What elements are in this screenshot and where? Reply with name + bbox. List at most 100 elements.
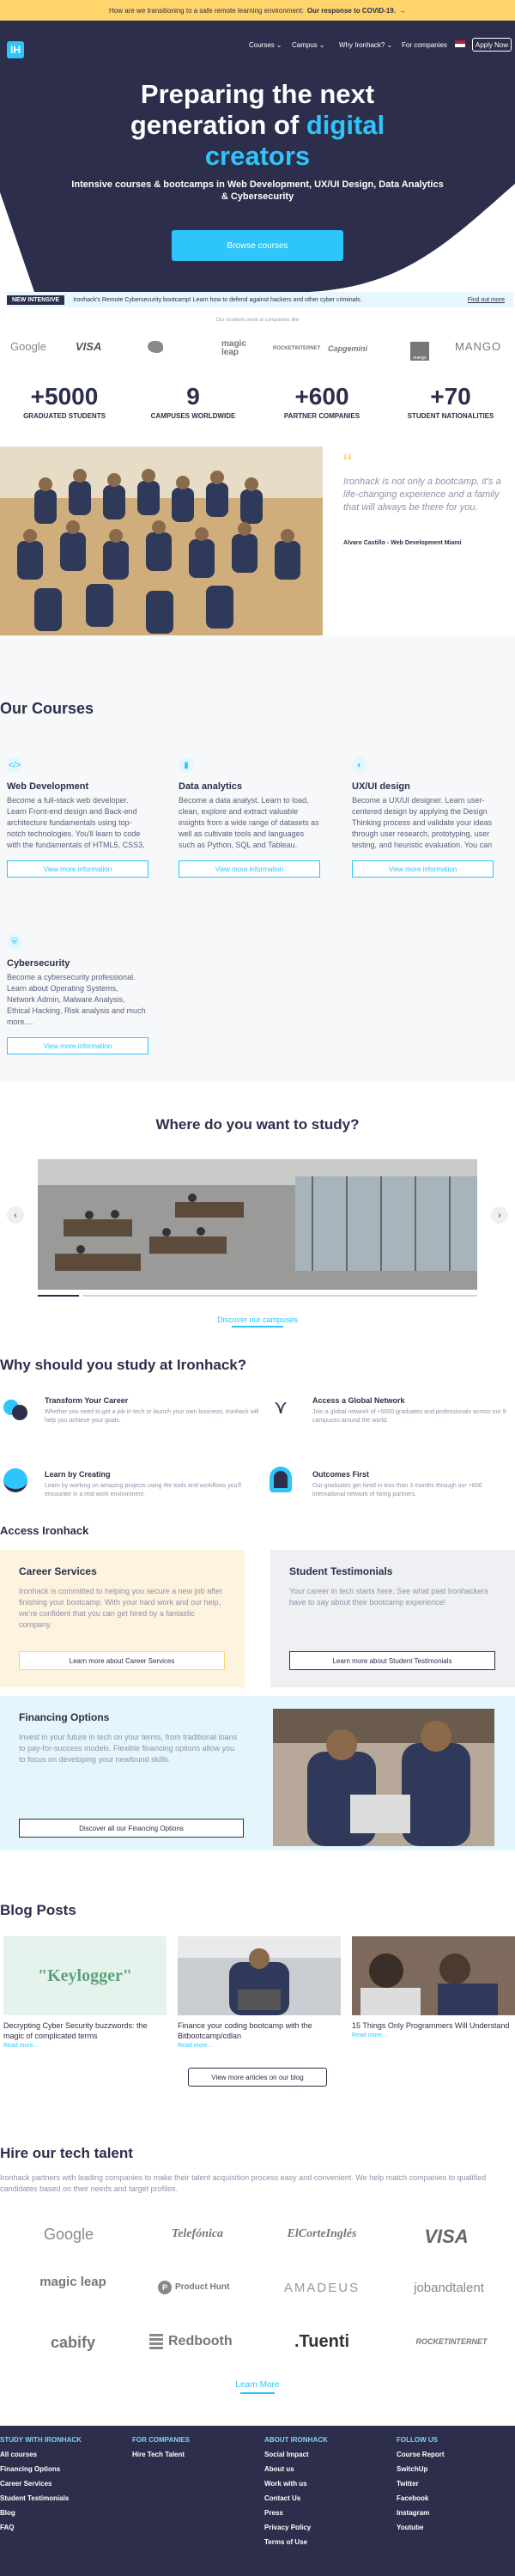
apply-now-button[interactable]: Apply Now bbox=[472, 38, 512, 52]
why-description: Whether you need to get a job in tech or… bbox=[45, 1409, 259, 1424]
global-network-icon: ⋎ bbox=[273, 1396, 288, 1418]
view-more-button[interactable]: View more information bbox=[179, 860, 320, 878]
nav-companies-label: For companies bbox=[402, 41, 447, 49]
course-card-ux-ui: ◐ UX/UI design Become a UX/UI designer. … bbox=[352, 757, 494, 878]
carousel-indicator-active[interactable] bbox=[38, 1295, 79, 1297]
nav-campus[interactable]: Campus ⌄ bbox=[292, 41, 325, 49]
access-heading: Access Ironhack bbox=[0, 1524, 89, 1537]
course-title[interactable]: UX/UI design bbox=[352, 781, 494, 792]
footer-link[interactable]: Press bbox=[264, 2509, 328, 2517]
news-text: Ironhack's Remote Cybersecurity bootcamp… bbox=[73, 296, 362, 303]
link-underline bbox=[240, 2392, 275, 2394]
find-out-more-link[interactable]: Find out more bbox=[468, 297, 505, 303]
course-title[interactable]: Cybersecurity bbox=[7, 958, 148, 969]
blog-post-card[interactable]: 15 Things Only Programmers Will Understa… bbox=[352, 1936, 515, 2038]
financing-button[interactable]: Discover all our Financing Options bbox=[19, 1819, 244, 1838]
discover-campuses-link[interactable]: Discover our campuses bbox=[0, 1315, 515, 1324]
design-icon: ◐ bbox=[352, 757, 367, 773]
blog-title[interactable]: 15 Things Only Programmers Will Understa… bbox=[352, 2020, 515, 2031]
footer-link[interactable]: Career Services bbox=[0, 2480, 82, 2488]
nav-courses-label: Courses bbox=[249, 41, 275, 49]
footer-heading: ABOUT IRONHACK bbox=[264, 2436, 328, 2444]
why-description: Our graduates get hired in less than 3 m… bbox=[312, 1483, 482, 1498]
stat-label: CAMPUSES WORLDWIDE bbox=[150, 412, 236, 420]
nav-courses[interactable]: Courses ⌄ bbox=[249, 41, 282, 49]
box-description: Your career in tech starts here. See wha… bbox=[289, 1587, 488, 1607]
chart-icon: ▮ bbox=[179, 757, 194, 773]
view-blog-button[interactable]: View more articles on our blog bbox=[188, 2068, 327, 2087]
carousel-indicator-track[interactable] bbox=[82, 1295, 477, 1297]
box-title: Student Testimonials bbox=[289, 1565, 393, 1577]
footer-link[interactable]: All courses bbox=[0, 2451, 82, 2458]
why-global-network: Access a Global Network Join a global net… bbox=[312, 1396, 510, 1425]
arrow-right-icon[interactable]: → bbox=[399, 7, 406, 15]
ironhack-logo[interactable]: IH bbox=[7, 41, 24, 58]
career-services-button[interactable]: Learn more about Career Services bbox=[19, 1651, 225, 1670]
stat-number: +70 bbox=[430, 383, 471, 410]
redbooth-icon bbox=[149, 2334, 163, 2349]
footer-heading: STUDY WITH IRONHACK bbox=[0, 2436, 82, 2444]
campus-photo-carousel[interactable] bbox=[38, 1159, 477, 1290]
blog-post-card[interactable]: "Keylogger" Decrypting Cyber Security bu… bbox=[3, 1936, 167, 2049]
testimonial-quote: “ Ironhack is not only a bootcamp, it's … bbox=[343, 451, 511, 547]
footer-link[interactable]: Course Report bbox=[397, 2451, 445, 2458]
blog-title[interactable]: Decrypting Cyber Security buzzwords: the… bbox=[3, 2020, 167, 2041]
footer-link[interactable]: Student Testimonials bbox=[0, 2494, 82, 2502]
testimonials-button[interactable]: Learn more about Student Testimonials bbox=[289, 1651, 495, 1670]
blog-heading: Blog Posts bbox=[0, 1902, 76, 1918]
stat-campuses: 9 CAMPUSES WORLDWIDE bbox=[133, 383, 253, 420]
footer-link[interactable]: Youtube bbox=[397, 2524, 445, 2531]
covid-banner: How are we transitioning to a safe remot… bbox=[0, 0, 515, 21]
course-card-data-analytics: ▮ Data analytics Become a data analyst. … bbox=[179, 757, 320, 878]
footer-link[interactable]: Facebook bbox=[397, 2494, 445, 2502]
footer-column-about: ABOUT IRONHACK Social Impact About us Wo… bbox=[264, 2436, 328, 2553]
course-card-web-dev: </> Web Development Become a full-stack … bbox=[7, 757, 148, 878]
students-group-photo bbox=[0, 447, 323, 635]
read-more-link[interactable]: Read more... bbox=[352, 2032, 515, 2038]
footer-link[interactable]: SwitchUp bbox=[397, 2465, 445, 2473]
course-title[interactable]: Data analytics bbox=[179, 781, 320, 792]
blog-post-card[interactable]: Finance your coding bootcamp with the Bi… bbox=[178, 1936, 341, 2049]
footer-link[interactable]: Social Impact bbox=[264, 2451, 328, 2458]
read-more-link[interactable]: Read more... bbox=[178, 2043, 341, 2049]
footer-link[interactable]: About us bbox=[264, 2465, 328, 2473]
partner-product-hunt: Product Hunt bbox=[175, 2282, 230, 2292]
browse-courses-button[interactable]: Browse courses bbox=[172, 230, 343, 261]
footer-link[interactable]: Privacy Policy bbox=[264, 2524, 328, 2531]
course-title[interactable]: Web Development bbox=[7, 781, 148, 792]
partner-magic-leap: magic leap bbox=[39, 2275, 106, 2289]
footer-heading: FOR COMPANIES bbox=[132, 2436, 190, 2444]
brand-magic-leap: magic leap bbox=[221, 339, 246, 357]
us-flag-icon[interactable] bbox=[455, 40, 465, 47]
hero-title: Preparing the next generation of digital… bbox=[69, 79, 446, 172]
footer-link[interactable]: Blog bbox=[0, 2509, 82, 2517]
banner-link[interactable]: Our response to COVID-19. bbox=[307, 7, 396, 15]
footer-link[interactable]: Financing Options bbox=[0, 2465, 82, 2473]
footer-link[interactable]: Work with us bbox=[264, 2480, 328, 2488]
view-more-button[interactable]: View more information bbox=[7, 860, 148, 878]
partner-redbooth: Redbooth bbox=[168, 2334, 233, 2348]
blog-title[interactable]: Finance your coding bootcamp with the Bi… bbox=[178, 2020, 341, 2041]
footer-link[interactable]: FAQ bbox=[0, 2524, 82, 2531]
view-more-button[interactable]: View more information bbox=[7, 1037, 148, 1054]
carousel-next-icon[interactable]: › bbox=[491, 1206, 508, 1224]
nav-companies[interactable]: For companies bbox=[402, 41, 447, 49]
why-description: Join a global network of +5000 graduates… bbox=[312, 1409, 506, 1424]
learn-more-link[interactable]: Learn More bbox=[0, 2380, 515, 2390]
blog-image bbox=[178, 1936, 341, 2015]
footer-link[interactable]: Twitter bbox=[397, 2480, 445, 2488]
chevron-down-icon: ⌄ bbox=[318, 41, 325, 49]
read-more-link[interactable]: Read more... bbox=[3, 2043, 167, 2049]
carousel-prev-icon[interactable]: ‹ bbox=[7, 1206, 24, 1224]
nav-why[interactable]: Why Ironhack? ⌄ bbox=[339, 41, 392, 49]
footer-link[interactable]: Instagram bbox=[397, 2509, 445, 2517]
footer-link[interactable]: Terms of Use bbox=[264, 2538, 328, 2546]
why-title: Access a Global Network bbox=[312, 1396, 405, 1405]
why-title: Outcomes First bbox=[312, 1470, 370, 1479]
footer-link[interactable]: Contact Us bbox=[264, 2494, 328, 2502]
footer-link[interactable]: Hire Tech Talent bbox=[132, 2451, 190, 2458]
brand-google: Google bbox=[10, 340, 46, 353]
view-more-button[interactable]: View more information bbox=[352, 860, 494, 878]
twitter-logo-icon bbox=[148, 341, 163, 353]
footer-column-companies: FOR COMPANIES Hire Tech Talent bbox=[132, 2436, 190, 2465]
